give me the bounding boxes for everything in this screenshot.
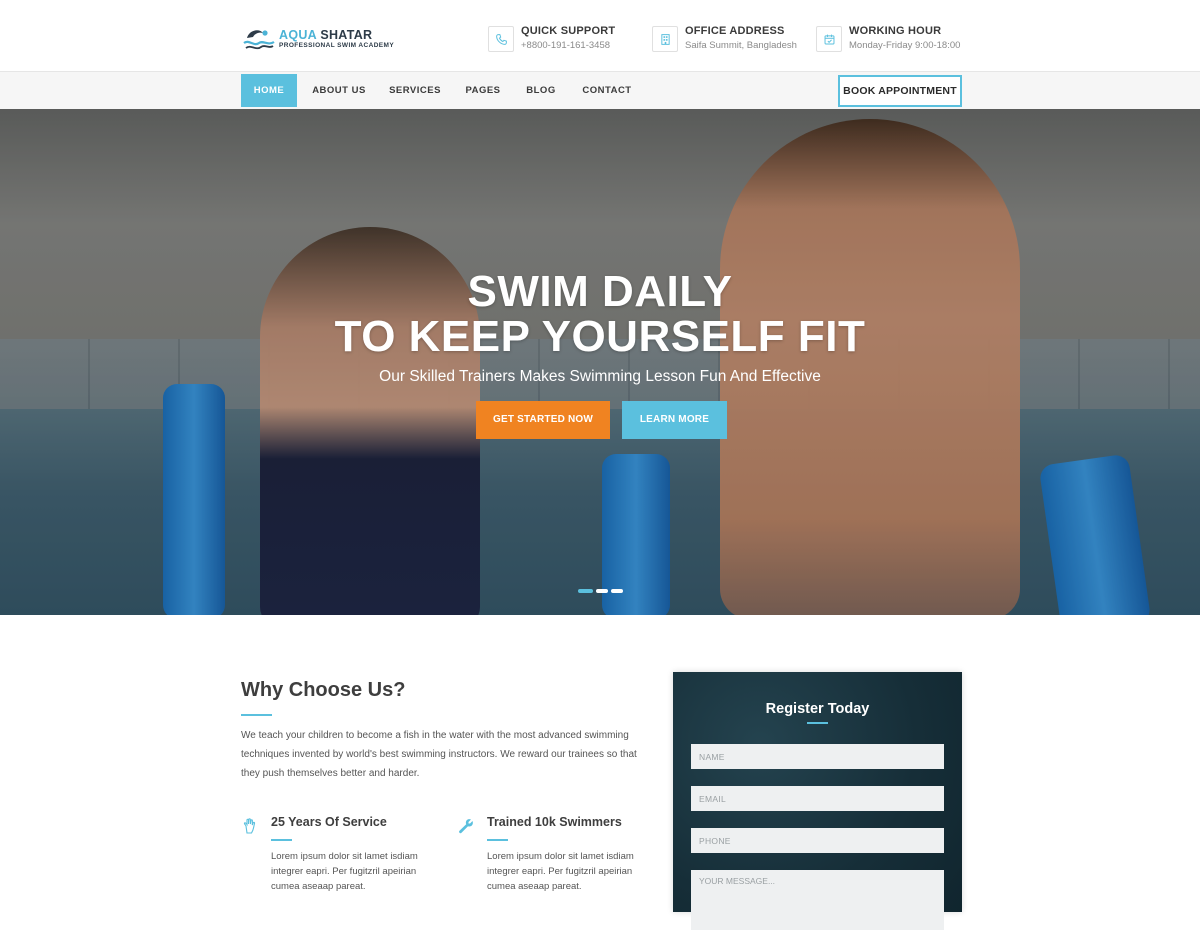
name-input[interactable] (691, 744, 944, 769)
info-title: OFFICE ADDRESS (685, 25, 785, 37)
phone-icon (488, 26, 514, 52)
feature-title: 25 Years Of Service (271, 815, 387, 829)
learn-more-button[interactable]: LEARN MORE (622, 401, 727, 439)
why-choose-title: Why Choose Us? (241, 679, 406, 701)
title-underline (241, 714, 272, 716)
info-title: QUICK SUPPORT (521, 25, 616, 37)
hero-title-line1: SWIM DAILY (467, 267, 733, 316)
calendar-icon (816, 26, 842, 52)
info-value: +8800-191-161-3458 (521, 40, 611, 51)
nav-services[interactable]: SERVICES (384, 74, 446, 107)
working-hour-info: WORKING HOUR Monday-Friday 9:00-18:00 (816, 26, 960, 52)
nav-pages[interactable]: PAGES (459, 74, 507, 107)
hero-title-line2: TO KEEP YOURSELF FIT (334, 312, 866, 361)
quick-support-info: QUICK SUPPORT +8800-191-161-3458 (488, 26, 615, 52)
brand-name-part2: SHATAR (320, 27, 373, 42)
book-appointment-button[interactable]: BOOK APPOINTMENT (838, 75, 962, 107)
register-title: Register Today (765, 701, 870, 717)
register-form: Register Today (673, 672, 962, 930)
swimmer-logo-icon (243, 30, 275, 50)
slider-dot-1[interactable] (578, 589, 593, 593)
feature-underline (487, 839, 508, 841)
nav-about-us[interactable]: ABOUT US (305, 74, 373, 107)
phone-input[interactable] (691, 828, 944, 853)
feature-text: Lorem ipsum dolor sit lamet isdiam integ… (271, 851, 418, 892)
hero-overlay (0, 109, 1200, 615)
office-address-info: OFFICE ADDRESS Saifa Summit, Bangladesh (652, 26, 797, 52)
info-value: Saifa Summit, Bangladesh (685, 40, 797, 51)
brand-name-part1: AQUA (279, 27, 317, 42)
nav-home[interactable]: HOME (241, 74, 297, 107)
email-input[interactable] (691, 786, 944, 811)
brand-tagline: PROFESSIONAL SWIM ACADEMY (279, 42, 395, 49)
slider-dot-3[interactable] (611, 589, 623, 593)
info-title: WORKING HOUR (849, 25, 942, 37)
message-input[interactable] (691, 870, 944, 930)
slider-dot-2[interactable] (596, 589, 608, 593)
why-choose-text: We teach your children to become a fish … (241, 730, 637, 779)
hero-subtitle: Our Skilled Trainers Makes Swimming Less… (379, 368, 821, 385)
slider-dots (578, 589, 623, 593)
hand-icon (243, 818, 256, 834)
hero-slider: SWIM DAILY TO KEEP YOURSELF FIT Our Skil… (0, 109, 1200, 615)
building-icon (652, 26, 678, 52)
feature-underline (271, 839, 292, 841)
nav-blog[interactable]: BLOG (520, 74, 562, 107)
nav-contact[interactable]: CONTACT (576, 74, 638, 107)
get-started-button[interactable]: GET STARTED NOW (476, 401, 610, 439)
feature-title: Trained 10k Swimmers (487, 815, 622, 829)
brand-logo[interactable]: AQUA SHATAR PROFESSIONAL SWIM ACADEMY (241, 24, 394, 54)
register-title-underline (807, 722, 828, 724)
main-nav: HOME ABOUT US SERVICES PAGES BLOG CONTAC… (0, 72, 1200, 109)
feature-text: Lorem ipsum dolor sit lamet isdiam integ… (487, 851, 634, 892)
top-bar: AQUA SHATAR PROFESSIONAL SWIM ACADEMY QU… (0, 0, 1200, 72)
info-value: Monday-Friday 9:00-18:00 (849, 40, 961, 51)
wrench-icon (459, 819, 473, 834)
